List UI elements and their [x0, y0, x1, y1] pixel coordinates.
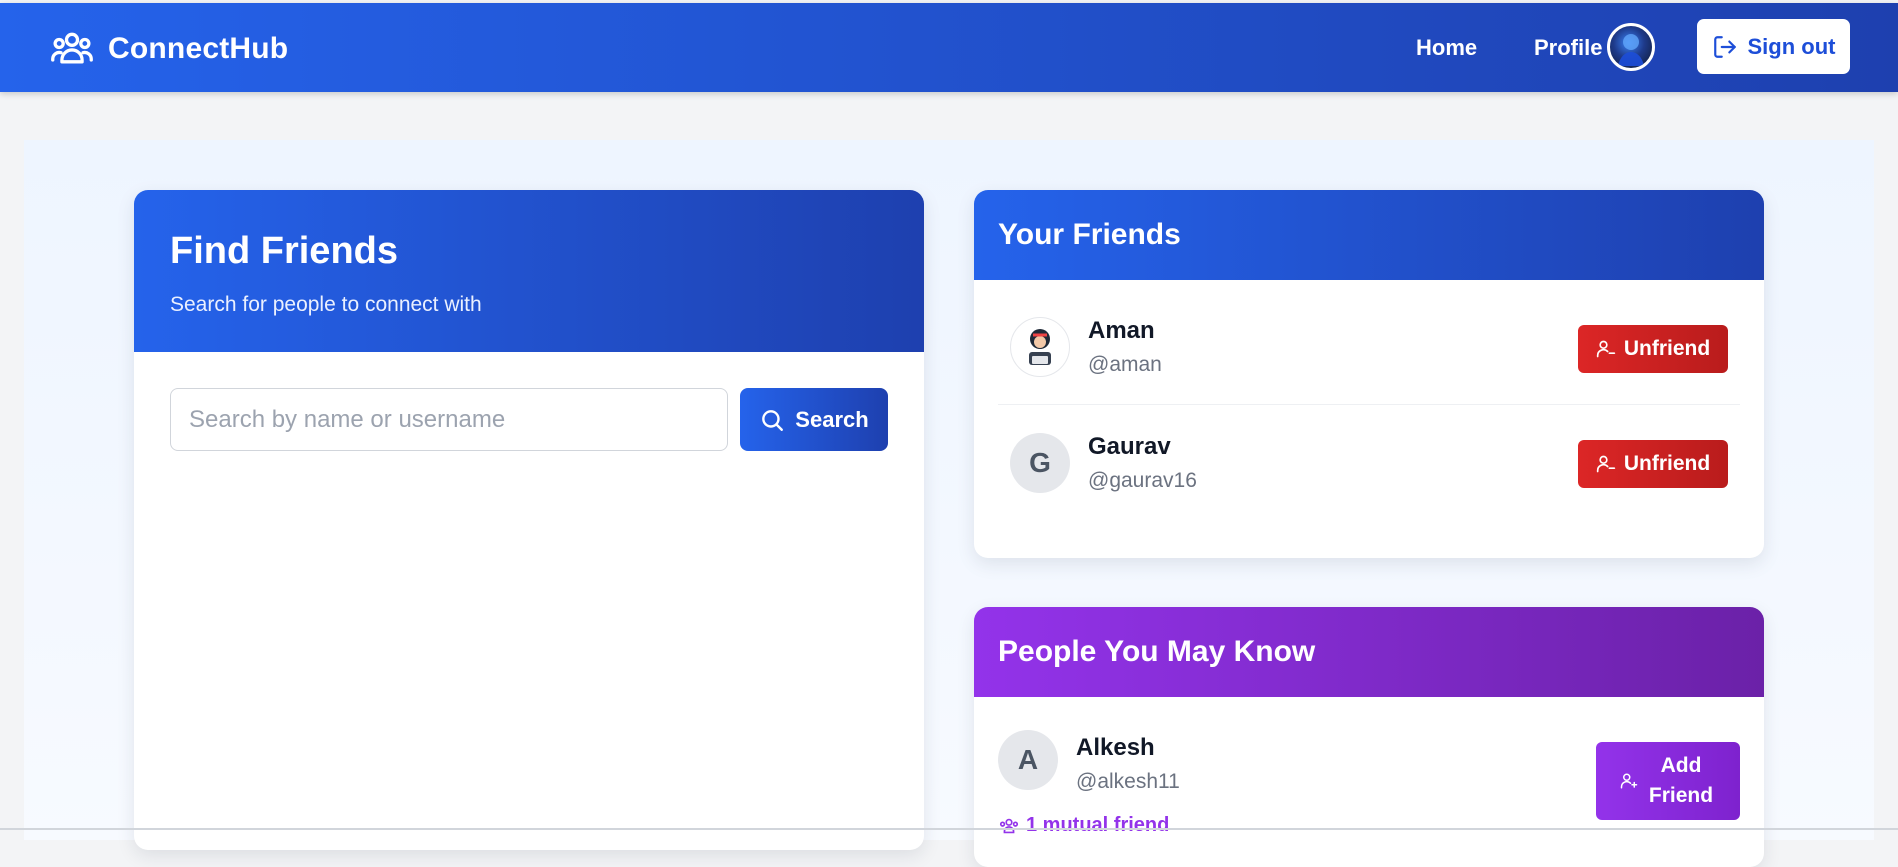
top-navbar: ConnectHub Home Profile Sign out — [0, 3, 1898, 92]
avatar-image-icon — [1618, 34, 1644, 66]
search-button[interactable]: Search — [740, 388, 888, 451]
unfriend-button[interactable]: Unfriend — [1578, 325, 1728, 373]
person-avatar-icon — [1029, 329, 1051, 365]
find-friends-header: Find Friends Search for people to connec… — [134, 190, 924, 352]
users-group-icon — [999, 818, 1019, 833]
profile-avatar[interactable] — [1607, 23, 1655, 71]
friend-row: Aman @aman Unfriend — [998, 290, 1740, 405]
people-title: People You May Know — [998, 635, 1316, 668]
search-row: Search — [170, 388, 888, 451]
unfriend-label: Unfriend — [1623, 452, 1711, 475]
suggestion-row: A Alkesh @alkesh11 1 mutual friend Add F… — [998, 722, 1740, 842]
suggestion-username: @alkesh11 — [1076, 770, 1180, 793]
logout-icon — [1713, 35, 1736, 58]
friend-name[interactable]: Aman — [1088, 317, 1162, 345]
your-friends-title: Your Friends — [998, 218, 1181, 251]
friend-row: G Gaurav @gaurav16 Unfriend — [998, 405, 1740, 520]
user-minus-icon — [1596, 340, 1615, 358]
your-friends-header: Your Friends — [974, 190, 1764, 280]
find-friends-subtitle: Search for people to connect with — [170, 293, 482, 316]
nav-home-link[interactable]: Home — [1416, 35, 1477, 61]
your-friends-card: Your Friends Aman @aman Unfriend G Gaura… — [974, 190, 1764, 558]
find-friends-card: Find Friends Search for people to connec… — [134, 190, 924, 850]
users-group-icon — [51, 32, 93, 64]
search-input[interactable] — [170, 388, 728, 451]
user-minus-icon — [1596, 455, 1615, 473]
friend-name[interactable]: Gaurav — [1088, 433, 1197, 461]
friend-username: @aman — [1088, 353, 1162, 376]
add-friend-button[interactable]: Add Friend — [1596, 742, 1740, 820]
window-bottom-edge — [0, 828, 1898, 830]
find-friends-title: Find Friends — [170, 230, 398, 272]
friend-avatar[interactable] — [1010, 317, 1070, 377]
suggestion-info: Alkesh @alkesh11 — [1076, 734, 1180, 794]
user-plus-icon — [1620, 773, 1638, 789]
signout-label: Sign out — [1747, 33, 1836, 59]
friend-info: Aman @aman — [1088, 317, 1162, 377]
suggestion-name[interactable]: Alkesh — [1076, 734, 1180, 762]
brand-name: ConnectHub — [108, 32, 289, 65]
unfriend-label: Unfriend — [1623, 337, 1711, 360]
nav-profile-link[interactable]: Profile — [1534, 35, 1602, 61]
add-friend-label: Add Friend — [1648, 754, 1714, 807]
search-icon — [762, 409, 784, 431]
mutual-friends: 1 mutual friend — [998, 814, 1169, 837]
mutual-friends-label: 1 mutual friend — [1026, 814, 1170, 836]
friend-info: Gaurav @gaurav16 — [1088, 433, 1197, 493]
brand[interactable]: ConnectHub — [50, 27, 288, 71]
suggestion-avatar[interactable]: A — [998, 730, 1058, 790]
friend-avatar[interactable]: G — [1010, 432, 1070, 493]
search-button-label: Search — [795, 406, 869, 432]
friend-username: @gaurav16 — [1088, 468, 1197, 492]
people-header: People You May Know — [974, 607, 1764, 697]
unfriend-button[interactable]: Unfriend — [1578, 440, 1728, 488]
signout-button[interactable]: Sign out — [1697, 19, 1850, 74]
